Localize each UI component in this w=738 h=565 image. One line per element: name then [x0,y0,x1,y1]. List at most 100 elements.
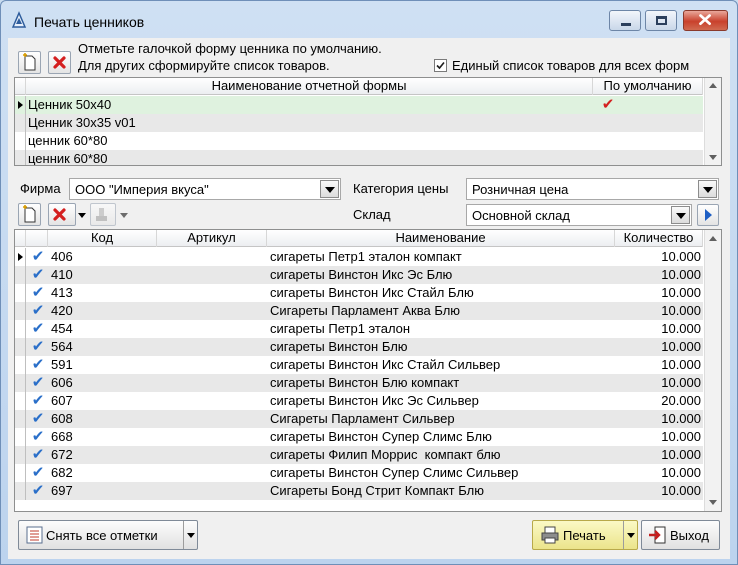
item-article [160,392,264,410]
item-row[interactable]: ✔ 410 сигареты Винстон Икс Эс Блю 10.000 [15,266,703,284]
item-row[interactable]: ✔ 608 Сигареты Парламент Сильвер 10.000 [15,410,703,428]
col-code[interactable]: Код [48,230,157,247]
item-row[interactable]: ✔ 697 Сигареты Бонд Стрит Компакт Блю 10.00… [15,482,703,500]
default-check[interactable] [593,114,623,132]
row-indicator [15,114,26,132]
col-article[interactable]: Артикул [157,230,267,247]
item-name: сигареты Винстон Блю [270,339,408,354]
item-name: сигареты Винстон Икс Стайл Сильвер [270,357,501,372]
form-name: ценник 60*80 [28,133,108,148]
forms-grid: Наименование отчетной формы По умолчанию… [14,77,722,166]
row-indicator [15,356,26,374]
firm-select[interactable]: ООО "Империя вкуса" [69,178,341,200]
item-check[interactable]: ✔ [28,284,48,302]
row-indicator [15,374,26,392]
default-check[interactable] [593,150,623,165]
warehouse-go-button[interactable] [697,204,719,226]
col-form-name[interactable]: Наименование отчетной формы [26,78,593,95]
item-row[interactable]: ✔ 454 сигареты Петр1 эталон 10.000 [15,320,703,338]
item-check[interactable]: ✔ [28,446,48,464]
maximize-button[interactable] [645,10,677,31]
single-list-label: Единый список товаров для всех форм [452,58,690,73]
row-indicator [15,266,26,284]
price-category-dropdown-button[interactable] [698,180,717,198]
print-button[interactable]: Печать [532,520,638,550]
item-article [160,428,264,446]
forms-grid-scrollbar[interactable] [704,78,721,165]
item-check[interactable]: ✔ [28,266,48,284]
item-check[interactable]: ✔ [28,410,48,428]
checkmark-icon: ✔ [31,302,45,319]
item-check[interactable]: ✔ [28,356,48,374]
item-row[interactable]: ✔ 668 сигареты Винстон Супер Слимс Блю 10.0… [15,428,703,446]
item-row[interactable]: ✔ 406 сигареты Петр1 эталон компакт 10.000 [15,248,703,266]
stamp-button[interactable] [90,203,116,226]
checkmark-icon: ✔ [31,482,45,499]
single-list-checkbox[interactable] [434,59,447,72]
form-name: Ценник 50x40 [28,97,112,112]
clear-marks-button[interactable]: Снять все отметки [18,520,198,550]
col-name[interactable]: Наименование [267,230,615,247]
delete-item-dropdown[interactable] [76,203,87,226]
item-check[interactable]: ✔ [28,320,48,338]
item-row[interactable]: ✔ 413 сигареты Винстон Икс Стайл Блю 10.000 [15,284,703,302]
item-row[interactable]: ✔ 607 сигареты Винстон Икс Эс Сильвер 20.00… [15,392,703,410]
form-row[interactable]: Ценник 30x35 v01 [15,114,703,132]
item-check[interactable]: ✔ [28,302,48,320]
delete-form-button[interactable] [48,51,71,74]
item-article [160,338,264,356]
delete-item-button[interactable] [48,203,76,226]
default-check[interactable]: ✔ [593,96,623,114]
item-code: 420 [51,303,73,318]
clear-marks-dropdown[interactable] [183,521,197,549]
warehouse-select[interactable]: Основной склад [466,204,692,226]
close-button[interactable] [683,10,728,31]
item-quantity: 10.000 [661,447,701,462]
hint-line-1: Отметьте галочкой форму ценника по умолч… [78,41,382,56]
item-article [160,284,264,302]
item-row[interactable]: ✔ 606 сигареты Винстон Блю компакт 10.000 [15,374,703,392]
item-check[interactable]: ✔ [28,464,48,482]
current-row-arrow-icon [18,101,23,109]
checkmark-icon: ✔ [31,374,45,391]
item-check[interactable]: ✔ [28,374,48,392]
item-check[interactable]: ✔ [28,482,48,500]
item-code: 608 [51,411,73,426]
add-form-button[interactable] [18,51,41,74]
print-dropdown[interactable] [623,521,637,549]
price-category-select[interactable]: Розничная цена [466,178,719,200]
item-row[interactable]: ✔ 672 сигареты Филип Моррис компакт блю 10.… [15,446,703,464]
item-row[interactable]: ✔ 682 сигареты Винстон Супер Слимс Сильвер… [15,464,703,482]
checkmark-icon: ✔ [31,320,45,337]
item-check[interactable]: ✔ [28,392,48,410]
firm-dropdown-button[interactable] [320,180,339,198]
form-row[interactable]: ценник 60*80 [15,132,703,150]
title-bar[interactable]: Печать ценников [1,1,737,37]
col-quantity[interactable]: Количество [615,230,703,247]
item-check[interactable]: ✔ [28,248,48,266]
minimize-button[interactable] [609,10,641,31]
default-check[interactable] [593,132,623,150]
stamp-dropdown[interactable] [118,203,129,226]
warehouse-dropdown-button[interactable] [671,206,690,224]
item-check[interactable]: ✔ [28,428,48,446]
item-name: Сигареты Парламент Сильвер [270,411,455,426]
add-item-button[interactable] [18,203,41,226]
item-row[interactable]: ✔ 591 сигареты Винстон Икс Стайл Сильвер 10… [15,356,703,374]
chevron-down-icon [78,213,86,218]
exit-button[interactable]: Выход [641,520,720,550]
item-name: сигареты Винстон Икс Эс Блю [270,267,453,282]
item-quantity: 10.000 [661,285,701,300]
item-row[interactable]: ✔ 420 Сигареты Парламент Аква Блю 10.000 [15,302,703,320]
col-default[interactable]: По умолчанию [593,78,703,95]
form-row[interactable]: Ценник 50x40 ✔ [15,96,703,114]
item-article [160,248,264,266]
warehouse-value: Основной склад [472,208,570,223]
scroll-down-icon [709,155,717,160]
items-grid-scrollbar[interactable] [704,230,721,511]
item-row[interactable]: ✔ 564 сигареты Винстон Блю 10.000 [15,338,703,356]
form-row[interactable]: ценник 60*80 [15,150,703,165]
item-name: Сигареты Парламент Аква Блю [270,303,461,318]
item-check[interactable]: ✔ [28,338,48,356]
item-article [160,302,264,320]
